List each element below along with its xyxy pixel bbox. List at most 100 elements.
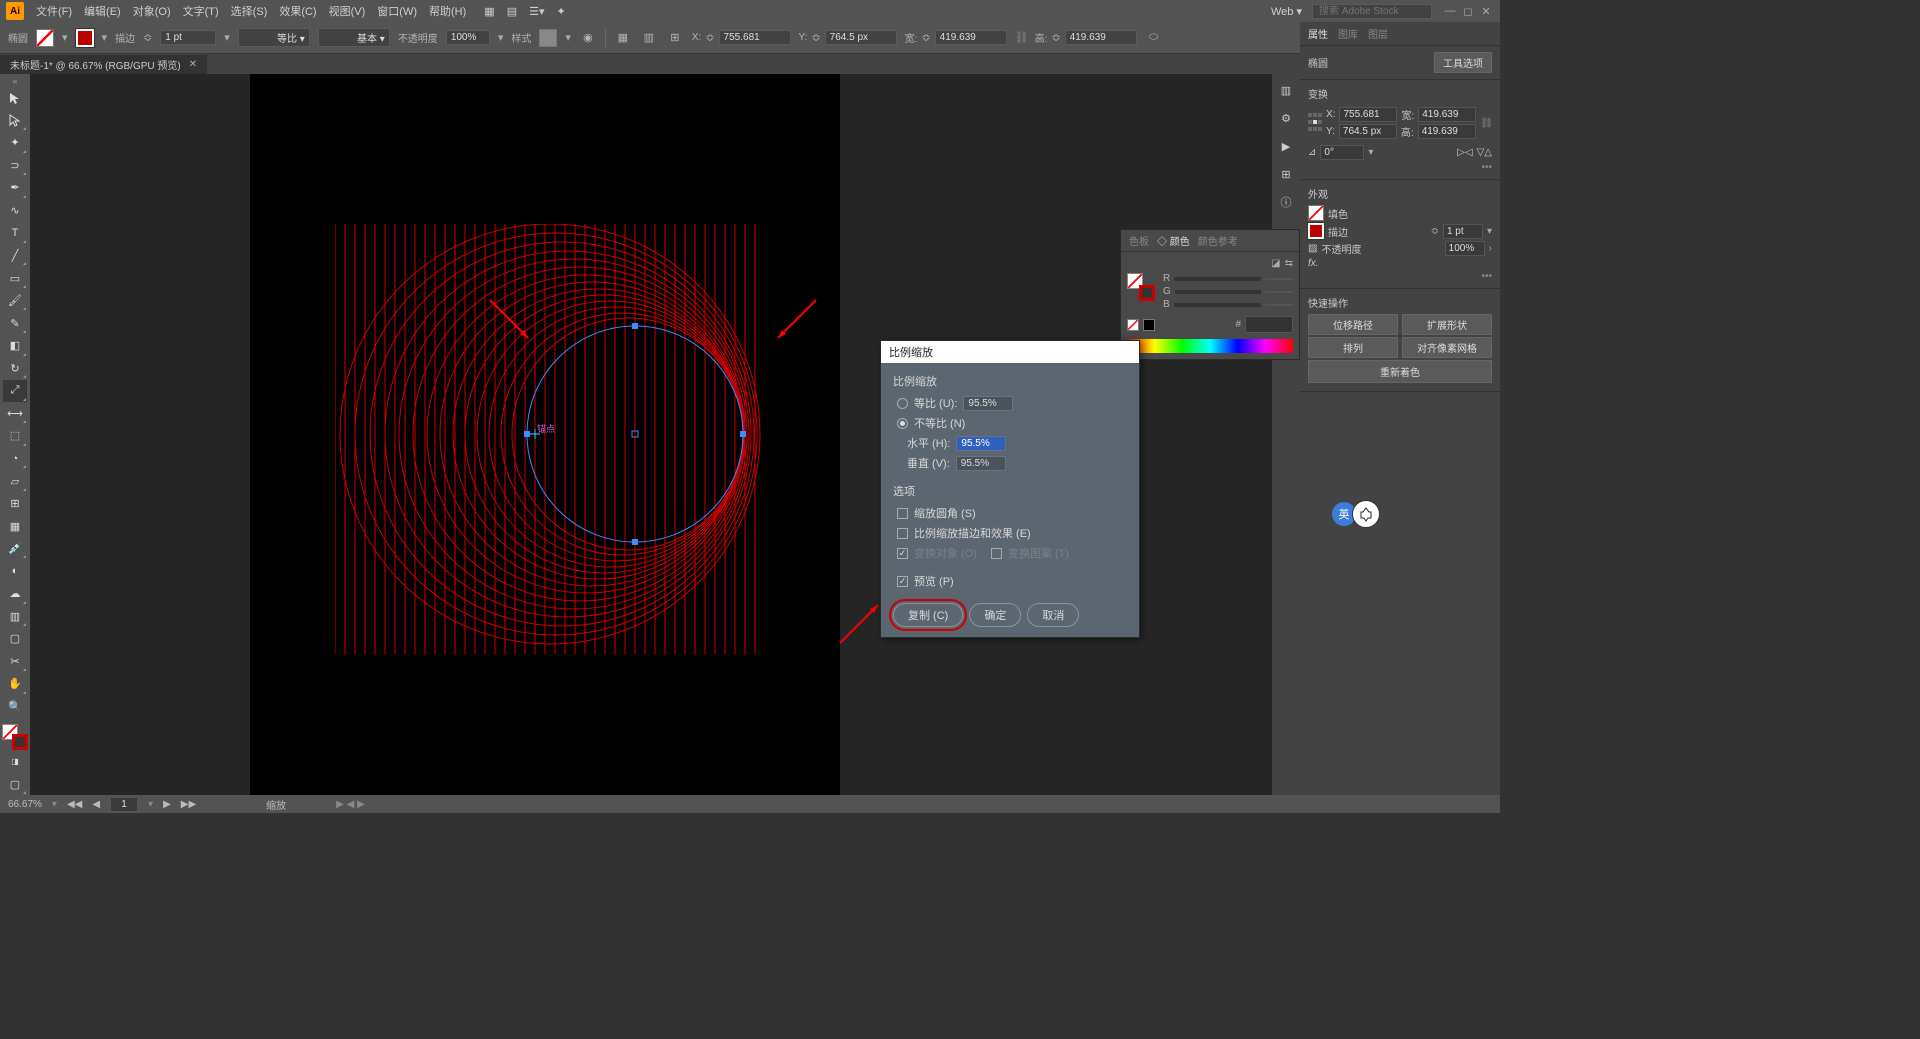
scale-strokes-check[interactable] xyxy=(897,528,908,539)
rectangle-tool[interactable]: ▭ xyxy=(3,267,27,289)
stroke-swatch[interactable] xyxy=(76,29,94,47)
gpu-icon[interactable]: ✦ xyxy=(556,5,565,18)
prop-stroke-swatch[interactable] xyxy=(1308,223,1324,239)
tab-layers[interactable]: 图层 xyxy=(1368,26,1388,41)
shape-builder-tool[interactable]: ◔ xyxy=(3,448,27,470)
profile-select[interactable]: 等比 ▾ xyxy=(238,28,310,47)
brush-select[interactable]: 基本 ▾ xyxy=(318,28,390,47)
rotate-tool[interactable]: ↻ xyxy=(3,358,27,380)
artboard-nav-next[interactable]: ▶▶ xyxy=(181,799,196,810)
flip-v-icon[interactable]: ▽△ xyxy=(1477,147,1492,158)
b-slider[interactable] xyxy=(1174,303,1261,307)
width-tool[interactable]: ⟷ xyxy=(3,403,27,425)
curvature-tool[interactable]: ∿ xyxy=(3,200,27,222)
settings-icon[interactable]: ⚙ xyxy=(1276,108,1296,128)
status-nav-icon[interactable]: ▶ ◀ ▶ xyxy=(336,799,365,810)
flip-h-icon[interactable]: ▷◁ xyxy=(1457,147,1472,158)
workspace-switcher[interactable]: Web ▾ xyxy=(1271,5,1302,18)
arrange-button[interactable]: 排列 xyxy=(1308,337,1398,358)
prop-x-input[interactable] xyxy=(1339,107,1397,122)
prop-opacity-label[interactable]: 不透明度 xyxy=(1321,241,1361,256)
tab-properties[interactable]: 属性 xyxy=(1308,26,1328,41)
minimize-icon[interactable]: — xyxy=(1442,3,1458,19)
mesh-tool[interactable]: ⊞ xyxy=(3,493,27,515)
stroke-label[interactable]: 描边 xyxy=(115,30,135,45)
spectrum-bar[interactable] xyxy=(1127,339,1293,353)
recolor-button[interactable]: 重新着色 xyxy=(1308,360,1492,383)
appearance-more-icon[interactable]: ••• xyxy=(1308,271,1492,282)
artboard-nav-back[interactable]: ◀ xyxy=(92,799,100,810)
zoom-tool[interactable]: 🔍 xyxy=(3,696,27,718)
tab-close-icon[interactable]: ✕ xyxy=(189,59,197,70)
color-fillstroke[interactable] xyxy=(1127,273,1155,301)
menu-view[interactable]: 视图(V) xyxy=(329,3,366,19)
offset-path-button[interactable]: 位移路径 xyxy=(1308,314,1398,335)
slice-tool[interactable]: ✂ xyxy=(3,651,27,673)
artboard-nav-fwd[interactable]: ▶ xyxy=(163,799,171,810)
r-value[interactable] xyxy=(1265,278,1293,280)
menu-window[interactable]: 窗口(W) xyxy=(377,3,417,19)
menu-object[interactable]: 对象(O) xyxy=(133,3,171,19)
y-input[interactable] xyxy=(825,30,897,45)
prop-fill-swatch[interactable] xyxy=(1308,205,1324,221)
tool-options-button[interactable]: 工具选项 xyxy=(1434,52,1492,73)
cancel-button[interactable]: 取消 xyxy=(1027,603,1079,627)
gradient-tool[interactable]: ▦ xyxy=(3,515,27,537)
nonuniform-radio[interactable] xyxy=(897,418,908,429)
transform-icon[interactable]: ⊞ xyxy=(666,29,684,47)
eyedropper-tool[interactable]: 💉 xyxy=(3,538,27,560)
info-icon[interactable]: ⓘ xyxy=(1276,192,1296,212)
horiz-input[interactable] xyxy=(956,436,1006,451)
ok-button[interactable]: 确定 xyxy=(969,603,1021,627)
tab-libraries[interactable]: 图库 xyxy=(1338,26,1358,41)
style-swatch[interactable] xyxy=(539,29,557,47)
swatches-tab[interactable]: 色板 xyxy=(1129,233,1149,248)
bridge-icon[interactable]: ▦ xyxy=(484,5,494,18)
shape-icon[interactable]: ▥ xyxy=(640,29,658,47)
zoom-display[interactable]: 66.67% xyxy=(8,799,42,810)
prop-w-input[interactable] xyxy=(1418,107,1476,122)
w-input[interactable] xyxy=(935,30,1007,45)
type-tool[interactable]: T xyxy=(3,222,27,244)
play-icon[interactable]: ▶ xyxy=(1276,136,1296,156)
cp-icon-2[interactable]: ⇆ xyxy=(1285,258,1293,269)
prop-h-input[interactable] xyxy=(1418,124,1476,139)
stroke-weight-input[interactable] xyxy=(160,30,216,45)
prop-link-icon[interactable]: ⛓ xyxy=(1480,118,1492,129)
shape-props-icon[interactable]: ⬭ xyxy=(1145,29,1163,47)
menu-select[interactable]: 选择(S) xyxy=(231,3,268,19)
pen-tool[interactable]: ✒ xyxy=(3,177,27,199)
preview-check[interactable] xyxy=(897,576,908,587)
menu-type[interactable]: 文字(T) xyxy=(183,3,219,19)
prop-y-input[interactable] xyxy=(1339,124,1397,139)
shaper-tool[interactable]: ✎ xyxy=(3,312,27,334)
g-slider[interactable] xyxy=(1175,290,1261,294)
fx-label[interactable]: fx. xyxy=(1308,258,1319,269)
libraries-icon[interactable]: ▥ xyxy=(1276,80,1296,100)
artboard[interactable]: 锚点 xyxy=(250,74,840,795)
appearance-icon[interactable]: ◉ xyxy=(579,29,597,47)
none-swatch[interactable] xyxy=(1127,319,1139,331)
direct-selection-tool[interactable] xyxy=(3,110,27,132)
more-options-icon[interactable]: ••• xyxy=(1308,162,1492,173)
artboard-tool[interactable]: ▢ xyxy=(3,628,27,650)
close-icon[interactable]: ✕ xyxy=(1478,3,1494,19)
copy-button[interactable]: 复制 (C) xyxy=(893,603,963,627)
hex-input[interactable] xyxy=(1245,316,1293,333)
line-tool[interactable]: ╱ xyxy=(3,245,27,267)
paintbrush-tool[interactable]: 🖌 xyxy=(3,290,27,312)
color-tab[interactable]: ◇ 颜色 xyxy=(1157,233,1190,248)
fill-swatch[interactable] xyxy=(36,29,54,47)
stock-search-input[interactable] xyxy=(1312,4,1432,19)
angle-input[interactable] xyxy=(1320,145,1364,160)
color-guide-tab[interactable]: 颜色参考 xyxy=(1198,233,1238,248)
hand-tool[interactable]: ✋ xyxy=(3,673,27,695)
g-value[interactable] xyxy=(1265,291,1293,293)
screen-mode[interactable]: ▢ xyxy=(3,773,27,795)
align-icon[interactable]: ▦ xyxy=(614,29,632,47)
uniform-radio[interactable] xyxy=(897,398,908,409)
free-transform-tool[interactable]: ⬚ xyxy=(3,425,27,447)
h-input[interactable] xyxy=(1065,30,1137,45)
menu-effect[interactable]: 效果(C) xyxy=(279,3,316,19)
symbol-tool[interactable]: ☁ xyxy=(3,583,27,605)
